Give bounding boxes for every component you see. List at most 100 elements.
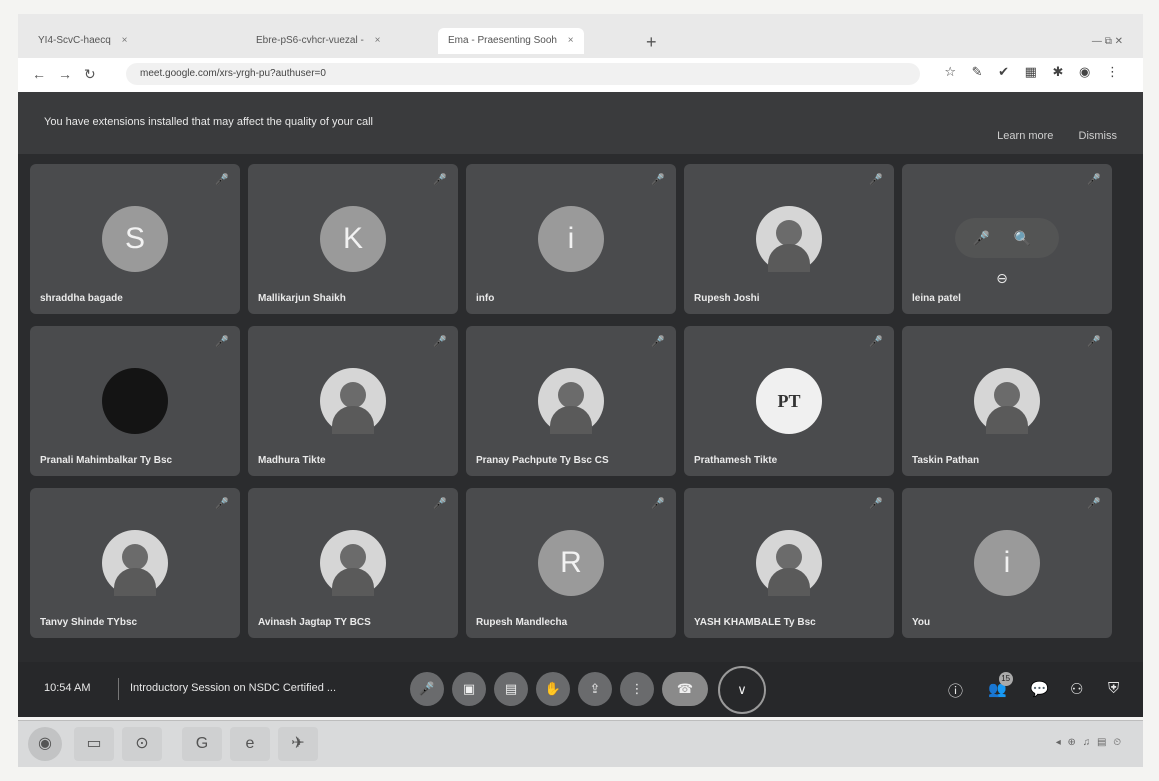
- tab-label: YI4-ScvC-haecq: [38, 35, 111, 46]
- participant-tile[interactable]: 🎤 Taskin Pathan: [902, 326, 1112, 476]
- clock: 10:54 AM: [44, 682, 91, 694]
- avatar: [974, 368, 1040, 434]
- tab-meet[interactable]: YI4-ScvC-haecq ×: [28, 28, 137, 54]
- participant-name: You: [912, 617, 931, 628]
- avatar: [320, 530, 386, 596]
- participant-tile[interactable]: 🎤 PT Prathamesh Tikte: [684, 326, 894, 476]
- avatar: [756, 206, 822, 272]
- participant-name: Mallikarjun Shaikh: [258, 293, 346, 304]
- participant-tile[interactable]: 🎤 i info: [466, 164, 676, 314]
- present-button[interactable]: ⇪: [578, 672, 612, 706]
- avatar-head: [340, 544, 366, 570]
- captions-button[interactable]: ▤: [494, 672, 528, 706]
- mic-muted-icon: 🎤: [651, 498, 665, 510]
- mic-muted-icon: 🎤: [869, 174, 883, 186]
- participant-tile[interactable]: 🎤 K Mallikarjun Shaikh: [248, 164, 458, 314]
- avatar: i: [538, 206, 604, 272]
- more-options-button[interactable]: ⋮: [620, 672, 654, 706]
- participant-name: Rupesh Mandlecha: [476, 617, 568, 628]
- address-bar-row: ← → ↻ meet.google.com/xrs-yrgh-pu?authus…: [18, 58, 1143, 93]
- participant-tile[interactable]: 🎤 Pranali Mahimbalkar Ty Bsc: [30, 326, 240, 476]
- avatar-body: [986, 406, 1028, 434]
- close-icon[interactable]: ×: [122, 35, 128, 46]
- participant-name: leina patel: [912, 293, 961, 304]
- reload-icon[interactable]: ↻: [84, 66, 96, 83]
- banner-actions: Learn more Dismiss: [975, 130, 1117, 142]
- tab-second[interactable]: Ebre-pS6-cvhcr-vuezal - ×: [246, 28, 390, 54]
- mic-muted-icon: 🎤: [433, 174, 447, 186]
- taskbar-ie[interactable]: e: [230, 727, 270, 761]
- taskbar: ◉ ▭ ⊙ G e ✈ ◂ ⊕ ♫ ▤ ⏲: [18, 720, 1143, 767]
- chat-icon[interactable]: 💬: [1030, 680, 1049, 698]
- participant-tile[interactable]: 🎤 🎤 🔍 ⊖ leina patel: [902, 164, 1112, 314]
- avatar-body: [332, 568, 374, 596]
- activities-icon[interactable]: ⚇: [1070, 680, 1083, 698]
- participant-tile[interactable]: 🎤 YASH KHAMBALE Ty Bsc: [684, 488, 894, 638]
- people-count-badge: 15: [998, 672, 1013, 686]
- tab-label: Ema - Praesenting Sooh: [448, 35, 557, 46]
- participant-tile[interactable]: 🎤 Sshraddha bagade: [30, 164, 240, 314]
- avatar: i: [974, 530, 1040, 596]
- participant-name: shraddha bagade: [40, 293, 123, 304]
- start-button[interactable]: ◉: [28, 727, 62, 761]
- new-tab-button[interactable]: +: [646, 32, 657, 53]
- mic-muted-icon: 🎤: [651, 336, 665, 348]
- participant-tile[interactable]: 🎤 i You: [902, 488, 1112, 638]
- info-icon[interactable]: ⓘ: [948, 680, 963, 701]
- avatar-body: [114, 568, 156, 596]
- participant-name: Tanvy Shinde TYbsc: [40, 617, 138, 628]
- participant-name: Rupesh Joshi: [694, 293, 760, 304]
- forward-arrow-icon[interactable]: →: [58, 66, 72, 82]
- close-icon[interactable]: ×: [568, 35, 574, 46]
- learn-more-link[interactable]: Learn more: [997, 130, 1053, 142]
- mic-muted-icon: 🎤: [1087, 336, 1101, 348]
- banner-text: You have extensions installed that may a…: [44, 116, 373, 128]
- avatar-body: [550, 406, 592, 434]
- participant-tile[interactable]: 🎤 Madhura Tikte: [248, 326, 458, 476]
- extra-button[interactable]: ∨: [718, 666, 766, 714]
- taskbar-media[interactable]: ⊙: [122, 727, 162, 761]
- avatar-head: [558, 382, 584, 408]
- avatar-body: [332, 406, 374, 434]
- leave-call-button[interactable]: ☎: [662, 672, 708, 706]
- mic-muted-icon: 🎤: [869, 498, 883, 510]
- close-icon[interactable]: ×: [375, 35, 381, 46]
- host-controls-icon[interactable]: ⛨: [1108, 680, 1119, 697]
- back-arrow-icon[interactable]: ←: [32, 66, 46, 82]
- avatar-head: [994, 382, 1020, 408]
- taskbar-app[interactable]: ✈: [278, 727, 318, 761]
- avatar-head: [776, 544, 802, 570]
- avatar-body: [768, 568, 810, 596]
- participant-tile[interactable]: 🎤 Tanvy Shinde TYbsc: [30, 488, 240, 638]
- mic-muted-icon: 🎤: [433, 498, 447, 510]
- participant-tile[interactable]: 🎤 Avinash Jagtap TY BCS: [248, 488, 458, 638]
- people-icon[interactable]: 👥 15: [988, 672, 1013, 698]
- participant-name: Taskin Pathan: [912, 455, 980, 466]
- participant-tile[interactable]: 🎤 Rupesh Joshi: [684, 164, 894, 314]
- url-input[interactable]: meet.google.com/xrs-yrgh-pu?authuser=0: [126, 63, 920, 85]
- mic-muted-icon: 🎤: [1087, 498, 1101, 510]
- meet-main: You have extensions installed that may a…: [18, 92, 1143, 717]
- browser-tab-strip: YI4-ScvC-haecq × Ebre-pS6-cvhcr-vuezal -…: [18, 14, 1143, 59]
- mic-muted-icon: 🎤: [215, 498, 229, 510]
- avatar: [756, 530, 822, 596]
- avatar: K: [320, 206, 386, 272]
- window-controls[interactable]: — ⧉ ✕: [1092, 36, 1123, 47]
- tab-active[interactable]: Ema - Praesenting Sooh ×: [438, 28, 584, 54]
- participant-tile[interactable]: 🎤 Pranay Pachpute Ty Bsc CS: [466, 326, 676, 476]
- taskbar-explorer[interactable]: ▭: [74, 727, 114, 761]
- mic-muted-icon: 🎤: [215, 174, 229, 186]
- mic-muted-icon: 🎤: [433, 336, 447, 348]
- mic-button[interactable]: 🎤: [410, 672, 444, 706]
- mic-muted-icon: 🎤: [215, 336, 229, 348]
- raise-hand-button[interactable]: ✋: [536, 672, 570, 706]
- mic-muted-icon: 🎤: [1087, 174, 1101, 186]
- extension-icons[interactable]: ☆ ✎ ✔ ▦ ✱ ◉ ⋮: [944, 64, 1125, 80]
- extensions-banner: You have extensions installed that may a…: [18, 92, 1143, 154]
- avatar: [320, 368, 386, 434]
- taskbar-chrome[interactable]: G: [182, 727, 222, 761]
- avatar: [538, 368, 604, 434]
- participant-tile[interactable]: 🎤 R Rupesh Mandlecha: [466, 488, 676, 638]
- dismiss-button[interactable]: Dismiss: [1079, 130, 1118, 142]
- camera-button[interactable]: ▣: [452, 672, 486, 706]
